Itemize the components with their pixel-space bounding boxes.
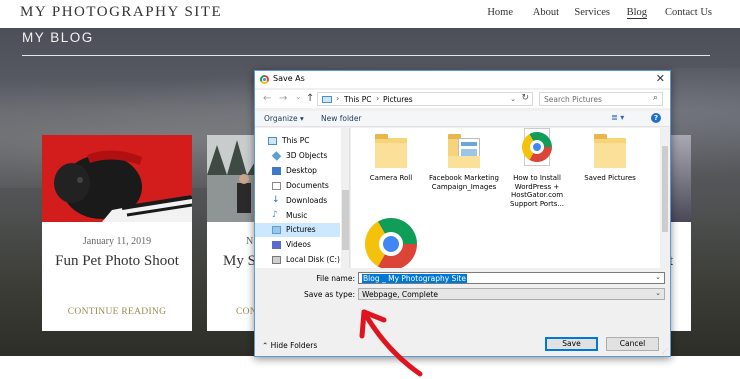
refresh-icon[interactable]: ↻ bbox=[521, 93, 529, 103]
chevron-down-icon[interactable]: ⌄ bbox=[655, 273, 661, 281]
file-name-value[interactable]: Blog _ My Photography Site bbox=[362, 274, 467, 283]
chrome-icon bbox=[260, 75, 269, 84]
search-input[interactable]: Search Pictures ⌕ bbox=[539, 92, 663, 106]
nav-scrollbar[interactable] bbox=[341, 128, 349, 268]
new-folder-button[interactable]: New folder bbox=[321, 114, 362, 123]
folder-icon bbox=[445, 128, 483, 168]
nav-item-pictures[interactable]: Pictures bbox=[255, 223, 340, 237]
nav-item-desktop[interactable]: Desktop bbox=[255, 164, 340, 178]
card-image-landscape[interactable] bbox=[671, 135, 691, 222]
file-name-input[interactable]: Blog _ My Photography Site ⌄ bbox=[358, 272, 665, 284]
divider bbox=[22, 55, 710, 56]
breadcrumb-separator[interactable]: › bbox=[376, 94, 379, 103]
nav-home[interactable]: Home bbox=[487, 7, 513, 18]
breadcrumb-this-pc[interactable]: This PC bbox=[344, 95, 371, 104]
search-placeholder: Search Pictures bbox=[544, 95, 602, 104]
up-arrow-icon[interactable]: ↑ bbox=[306, 93, 314, 104]
chevron-down-icon[interactable]: ⌄ bbox=[655, 289, 661, 297]
hide-folders-button[interactable]: ⌃ Hide Folders bbox=[262, 341, 317, 350]
folder-icon bbox=[591, 128, 629, 168]
address-row: ← → ⌄ ↑ › This PC › Pictures ⌄ ↻ Search … bbox=[255, 90, 670, 108]
documents-icon bbox=[272, 182, 281, 190]
card-title[interactable]: Fun Pet Photo Shoot bbox=[42, 253, 192, 270]
dialog-titlebar[interactable]: Save As ✕ bbox=[255, 71, 670, 88]
folder-icon bbox=[372, 128, 410, 168]
dialog-title: Save As bbox=[273, 74, 305, 83]
chrome-file-icon bbox=[518, 128, 556, 168]
close-icon[interactable]: ✕ bbox=[656, 72, 665, 85]
desktop-icon bbox=[272, 167, 281, 175]
save-type-label: Save as type: bbox=[304, 290, 355, 299]
file-scrollbar[interactable] bbox=[660, 128, 670, 268]
nav-item-music[interactable]: ♪ Music bbox=[255, 209, 340, 223]
save-type-value: Webpage, Complete bbox=[362, 290, 438, 299]
pc-icon bbox=[268, 137, 277, 145]
site-header: MY PHOTOGRAPHY SITE Home About Services … bbox=[0, 0, 740, 28]
dialog-toolbar: Organize ▾ New folder ≣ ▾ ? bbox=[255, 111, 670, 127]
nav-blog[interactable]: Blog bbox=[626, 7, 647, 19]
nav-services[interactable]: Services bbox=[574, 7, 610, 18]
download-icon: ↓ bbox=[272, 195, 280, 205]
breadcrumb-pictures[interactable]: Pictures bbox=[383, 95, 413, 104]
blog-card[interactable]: January 11, 2019 Fun Pet Photo Shoot CON… bbox=[42, 135, 192, 331]
annotation-arrow-icon bbox=[359, 309, 423, 377]
nav-item-local-disk[interactable]: Local Disk (C:) bbox=[255, 253, 340, 267]
nav-item-documents[interactable]: Documents bbox=[255, 179, 340, 193]
cancel-button[interactable]: Cancel bbox=[606, 337, 659, 351]
help-icon[interactable]: ? bbox=[651, 113, 661, 123]
address-dropdown-icon[interactable]: ⌄ bbox=[510, 95, 516, 103]
card-date: January 11, 2019 bbox=[82, 236, 152, 247]
nav-item-3d-objects[interactable]: 3D Objects bbox=[255, 149, 340, 163]
pictures-icon bbox=[272, 226, 281, 234]
dialog-footer: ⌃ Hide Folders Save Cancel ⋰ bbox=[255, 333, 670, 357]
file-name-label: File name: bbox=[316, 274, 355, 283]
video-icon bbox=[272, 241, 281, 249]
pc-icon bbox=[322, 96, 332, 103]
card-title[interactable]: t bbox=[671, 253, 689, 270]
address-bar[interactable]: › This PC › Pictures ⌄ ↻ bbox=[317, 92, 533, 106]
site-title[interactable]: MY PHOTOGRAPHY SITE bbox=[20, 4, 222, 21]
resize-grip-icon[interactable]: ⋰ bbox=[662, 348, 668, 355]
cube-icon bbox=[271, 151, 282, 161]
file-list: Camera Roll Facebook Marketing Campaign_… bbox=[351, 128, 670, 268]
save-fields: File name: Blog _ My Photography Site ⌄ … bbox=[255, 269, 670, 309]
search-icon: ⌕ bbox=[652, 93, 658, 103]
card-image-pug[interactable] bbox=[42, 135, 192, 222]
chrome-file-icon bbox=[361, 214, 421, 268]
nav-item-this-pc[interactable]: This PC bbox=[255, 134, 340, 148]
save-type-select[interactable]: Webpage, Complete ⌄ bbox=[358, 288, 665, 300]
blog-heading: MY BLOG bbox=[22, 30, 94, 45]
view-options-icon[interactable]: ≣ ▾ bbox=[611, 113, 624, 122]
recent-dropdown-icon[interactable]: ⌄ bbox=[295, 92, 302, 101]
disk-icon bbox=[272, 256, 281, 264]
organize-button[interactable]: Organize ▾ bbox=[264, 114, 304, 123]
breadcrumb-separator[interactable]: › bbox=[336, 94, 339, 103]
nav-item-videos[interactable]: Videos bbox=[255, 238, 340, 252]
continue-reading-link[interactable]: CONTINUE READING bbox=[42, 307, 192, 317]
navigation-pane: This PC 3D Objects Desktop Documents ↓ D… bbox=[255, 128, 350, 268]
save-as-dialog: Save As ✕ ← → ⌄ ↑ › This PC › Pictures ⌄… bbox=[254, 70, 671, 357]
nav-item-downloads[interactable]: ↓ Downloads bbox=[255, 194, 340, 208]
forward-arrow-icon[interactable]: → bbox=[279, 93, 287, 104]
save-button[interactable]: Save bbox=[545, 337, 598, 351]
nav-about[interactable]: About bbox=[533, 7, 559, 18]
nav-contact[interactable]: Contact Us bbox=[665, 7, 712, 18]
blog-card[interactable]: t bbox=[671, 135, 691, 331]
back-arrow-icon[interactable]: ← bbox=[263, 93, 271, 104]
music-icon: ♪ bbox=[272, 210, 278, 220]
